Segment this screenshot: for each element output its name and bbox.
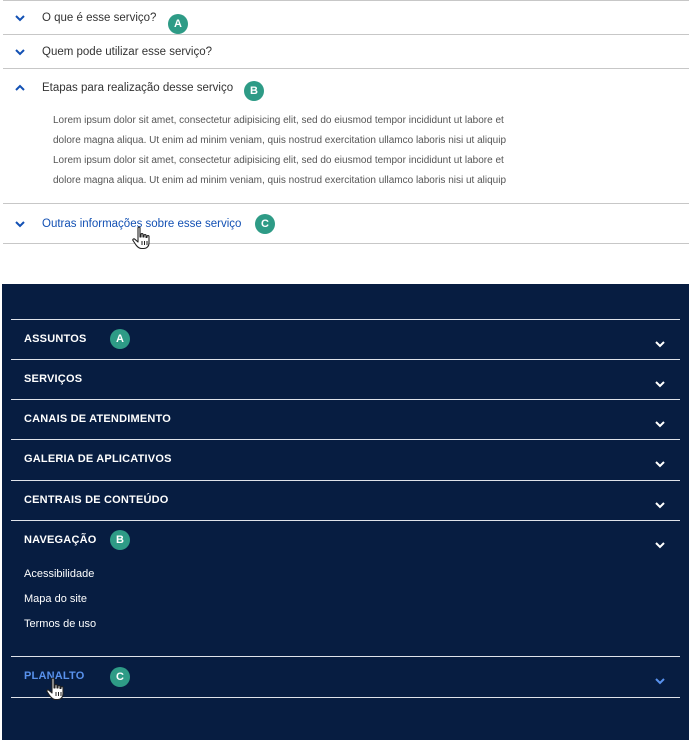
service-accordion: O que é esse serviço? A Quem pode utiliz… [3,0,689,244]
chevron-down-icon [655,461,665,468]
footer-item-assuntos[interactable]: ASSUNTOS A [11,319,680,359]
footer-item-label: NAVEGAÇÃO [24,534,97,546]
accordion-header[interactable]: Outras informações sobre esse serviço C [3,204,689,243]
chevron-up-icon [15,84,25,91]
footer-item-centrais[interactable]: CENTRAIS DE CONTEÚDO [11,480,680,520]
hand-cursor-icon [46,677,64,701]
footer-item-label: SERVIÇOS [24,373,83,385]
annotation-badge: C [110,667,130,687]
chevron-down-icon [655,678,665,685]
chevron-down-icon [655,421,665,428]
chevron-down-icon [655,502,665,509]
site-footer: ASSUNTOS A SERVIÇOS CANAIS DE ATENDIMENT… [2,284,689,740]
annotation-badge: B [110,530,130,550]
footer-item-label: CENTRAIS DE CONTEÚDO [24,494,169,506]
footer-menu: ASSUNTOS A SERVIÇOS CANAIS DE ATENDIMENT… [11,319,680,698]
footer-item-label: GALERIA DE APLICATIVOS [24,453,172,465]
footer-item-servicos[interactable]: SERVIÇOS [11,359,680,399]
accordion-title: Quem pode utilizar esse serviço? [42,45,213,58]
footer-item-label: ASSUNTOS [24,333,87,345]
footer-item-galeria[interactable]: GALERIA DE APLICATIVOS [11,439,680,480]
accordion-item-what-is[interactable]: O que é esse serviço? A [3,0,689,34]
footer-submenu: Acessibilidade Mapa do site Termos de us… [24,566,96,641]
footer-link-termos-de-uso[interactable]: Termos de uso [24,616,96,641]
chevron-down-icon [15,220,25,227]
accordion-header[interactable]: Quem pode utilizar esse serviço? [3,35,689,68]
paragraph-line: Lorem ipsum dolor sit amet, consectetur … [53,155,504,166]
annotation-badge: A [110,329,130,349]
accordion-header[interactable]: Etapas para realização desse serviço B [3,69,689,107]
accordion-item-steps[interactable]: Etapas para realização desse serviço B L… [3,68,689,203]
accordion-content: Lorem ipsum dolor sit amet, consectetur … [3,107,689,203]
paragraph-line: dolore magna aliqua. Ut enim ad minim ve… [53,135,507,146]
chevron-down-icon [655,341,665,348]
hand-cursor-icon [132,226,150,250]
footer-item-label: CANAIS DE ATENDIMENTO [24,413,172,425]
footer-item-planalto[interactable]: PLANALTO C [11,656,680,698]
accordion-item-who-can-use[interactable]: Quem pode utilizar esse serviço? [3,34,689,68]
accordion-item-other-info[interactable]: Outras informações sobre esse serviço C [3,203,689,244]
accordion-header[interactable]: O que é esse serviço? A [3,1,689,34]
chevron-down-icon [655,381,665,388]
footer-link-acessibilidade[interactable]: Acessibilidade [24,566,96,591]
paragraph-line: Lorem ipsum dolor sit amet, consectetur … [53,115,504,126]
chevron-down-icon [15,48,25,55]
footer-item-canais[interactable]: CANAIS DE ATENDIMENTO [11,399,680,439]
annotation-badge: B [244,81,264,101]
footer-link-mapa-do-site[interactable]: Mapa do site [24,591,96,616]
chevron-down-icon [655,542,665,549]
paragraph-line: dolore magna aliqua. Ut enim ad minim ve… [53,175,507,186]
annotation-badge: A [168,14,188,34]
accordion-title: Etapas para realização desse serviço [42,82,234,94]
footer-item-navegacao[interactable]: NAVEGAÇÃO B Acessibilidade Mapa do site … [11,520,680,656]
chevron-down-icon [15,14,25,21]
annotation-badge: C [255,214,275,234]
accordion-title: O que é esse serviço? [42,11,157,24]
